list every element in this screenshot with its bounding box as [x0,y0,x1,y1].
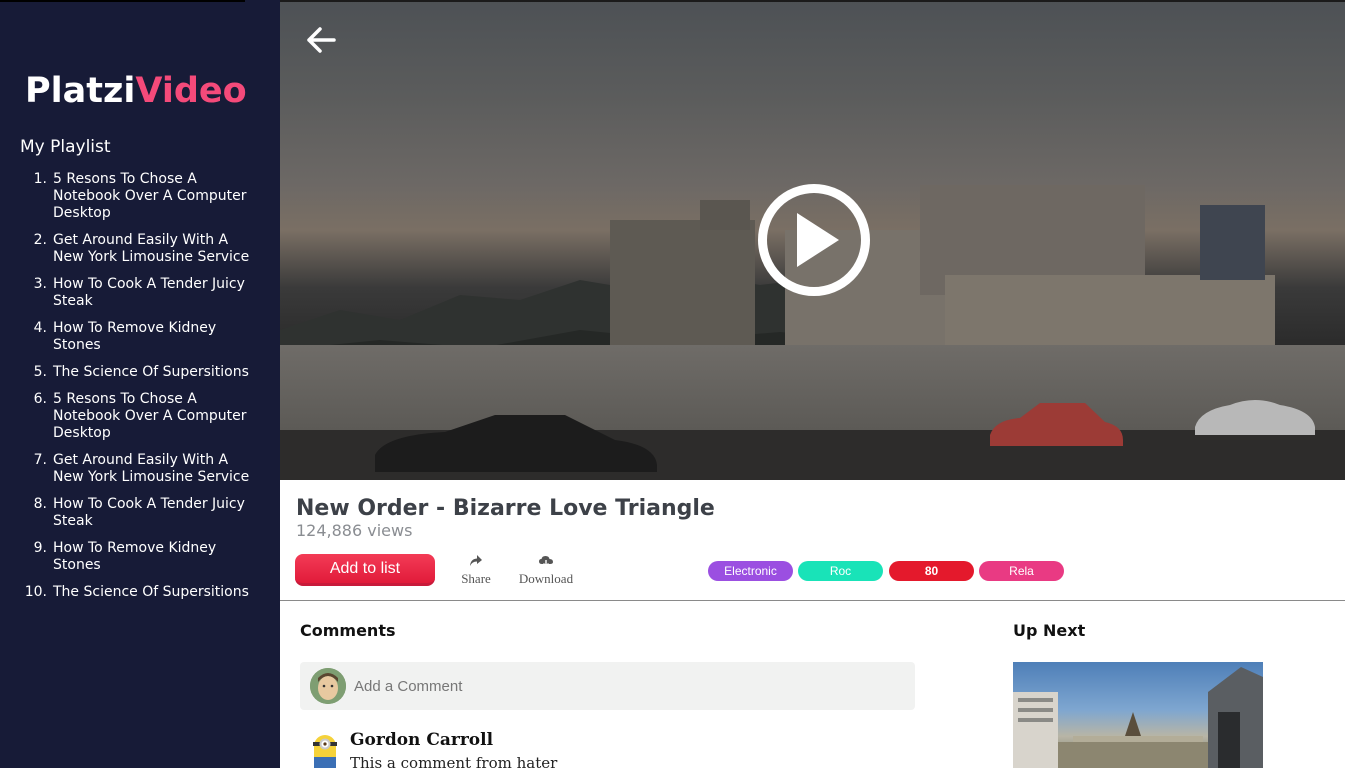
section-divider [280,600,1345,601]
video-scene-car [1195,400,1315,435]
comments-title: Comments [300,621,396,640]
play-button[interactable] [758,184,870,296]
playlist-item-number: 6. [33,391,47,407]
share-icon [470,555,482,566]
playlist-item-number: 8. [33,496,47,512]
user-avatar [310,668,346,704]
playlist-item-label: How To Remove Kidney Stones [53,320,217,353]
playlist-title: My Playlist [20,137,111,157]
back-button[interactable] [304,24,338,56]
playlist-item[interactable]: 6. 5 Resons To Chose A Notebook Over A Co… [20,391,255,442]
video-scene-car [990,403,1123,446]
video-scene-building [700,200,750,230]
commenter-avatar [310,733,340,768]
up-next-thumbnail[interactable] [1013,662,1263,768]
playlist-item[interactable]: 4. How To Remove Kidney Stones [20,320,255,354]
playlist-item[interactable]: 3. How To Cook A Tender Juicy Steak [20,276,255,310]
logo-text-platzi: Platzi [25,71,136,111]
playlist-item-label: How To Cook A Tender Juicy Steak [53,496,245,529]
logo[interactable]: PlatziVideo [25,70,247,112]
playlist-item-label: Get Around Easily With A New York Limous… [53,232,250,265]
playlist-item-label: 5 Resons To Chose A Notebook Over A Comp… [53,391,247,441]
playlist-item-number: 10. [24,584,47,600]
playlist-item-label: 5 Resons To Chose A Notebook Over A Comp… [53,171,247,221]
cloud-download-icon [539,556,553,567]
logo-text-video: Video [135,71,247,111]
video-top-border [280,0,1345,2]
playlist-item[interactable]: 5. The Science Of Supersitions [20,364,255,381]
share-button[interactable]: Share [458,553,494,587]
playlist-item-label: How To Cook A Tender Juicy Steak [53,276,245,309]
playlist-item[interactable]: 2. Get Around Easily With A New York Limo… [20,232,255,266]
playlist-item[interactable]: 9. How To Remove Kidney Stones [20,540,255,574]
user-avatar-icon [310,668,346,704]
playlist-item[interactable]: 7. Get Around Easily With A New York Limo… [20,452,255,486]
playlist-item-number: 3. [33,276,47,292]
video-scene-car [375,415,657,472]
tag-rela[interactable]: Rela [979,561,1064,581]
tag-80[interactable]: 80 [889,561,974,581]
playlist-item-number: 7. [33,452,47,468]
playlist-item-number: 5. [33,364,47,380]
sidebar-top-border [0,0,245,2]
share-label: Share [461,571,491,586]
comment-author: Gordon Carroll [350,730,494,750]
up-next-title: Up Next [1013,621,1086,640]
app-root: PlatziVideo My Playlist 1. 5 Resons To Ch… [0,0,1345,768]
view-count: 124,886 views [296,521,413,540]
comment-input[interactable] [354,676,894,696]
video-scene-building [945,275,1275,350]
play-icon [797,213,839,267]
playlist-item-number: 2. [33,232,47,248]
download-label: Download [518,571,574,586]
playlist: 1. 5 Resons To Chose A Notebook Over A Co… [20,171,255,611]
tag-roc[interactable]: Roc [798,561,883,581]
download-button[interactable]: Download [514,553,578,587]
video-player[interactable] [280,0,1345,480]
sidebar: PlatziVideo My Playlist 1. 5 Resons To Ch… [0,0,280,768]
add-to-list-button[interactable]: Add to list [295,554,435,586]
tag-electronic[interactable]: Electronic [708,561,793,581]
comment-text: This a comment from hater [350,754,558,768]
video-scene-building [610,220,755,345]
playlist-item-label: Get Around Easily With A New York Limous… [53,452,250,485]
playlist-item[interactable]: 1. 5 Resons To Chose A Notebook Over A Co… [20,171,255,222]
video-title: New Order - Bizarre Love Triangle [296,496,715,521]
comment-box [300,662,915,710]
playlist-item-number: 9. [33,540,47,556]
video-scene-building [1200,205,1265,280]
up-next-thumbnail-image [1013,667,1263,768]
arrow-left-icon [307,27,336,53]
playlist-item-number: 4. [33,320,47,336]
playlist-item-number: 1. [33,171,47,187]
playlist-item-label: How To Remove Kidney Stones [53,540,217,573]
minion-avatar-icon [313,735,337,768]
playlist-item[interactable]: 10. The Science Of Supersitions [20,584,255,601]
playlist-item-label: The Science Of Supersitions [53,364,249,380]
playlist-item-label: The Science Of Supersitions [53,584,249,600]
playlist-item[interactable]: 8. How To Cook A Tender Juicy Steak [20,496,255,530]
